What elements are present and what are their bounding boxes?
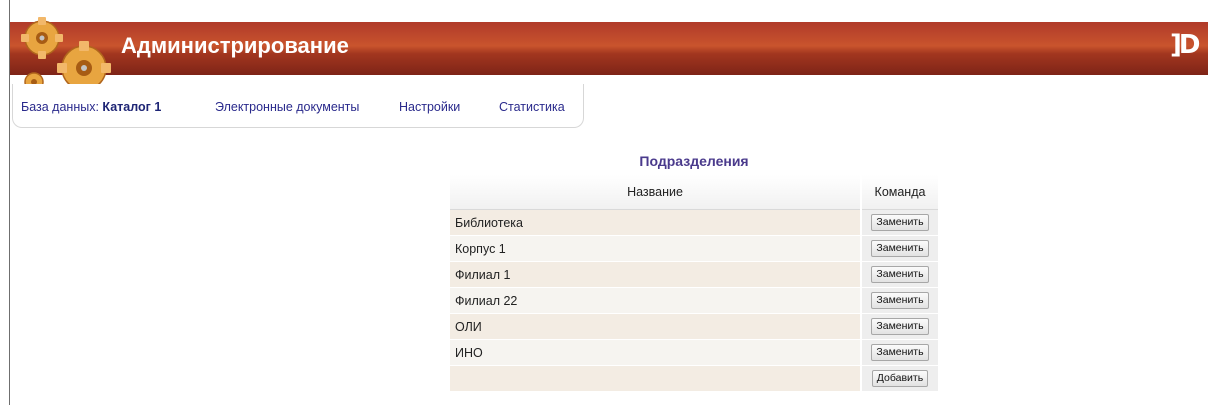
row-name: Библиотека — [450, 209, 861, 236]
replace-button[interactable]: Заменить — [871, 240, 929, 257]
nav-database[interactable]: База данных: Каталог 1 — [21, 100, 161, 114]
add-button[interactable]: Добавить — [871, 370, 929, 387]
table-row: ИНО Заменить — [450, 339, 938, 366]
row-name: Филиал 1 — [450, 261, 861, 288]
nav-item-electronic-documents[interactable]: Электронные документы — [215, 100, 359, 114]
top-nav: База данных: Каталог 1 Электронные докум… — [12, 84, 584, 128]
replace-button[interactable]: Заменить — [871, 318, 929, 335]
table-row: Филиал 22 Заменить — [450, 287, 938, 314]
column-header-name: Название — [450, 175, 861, 210]
replace-button[interactable]: Заменить — [871, 214, 929, 231]
departments-table: Название Команда Библиотека Заменить Кор… — [450, 175, 938, 391]
brand-logo: ]D — [1170, 30, 1201, 60]
app-title: Администрирование — [121, 33, 349, 58]
nav-item-settings[interactable]: Настройки — [399, 100, 460, 114]
table-row-add: Добавить — [450, 365, 938, 391]
replace-button[interactable]: Заменить — [871, 266, 929, 283]
table-header-row: Название Команда — [450, 175, 938, 210]
replace-button[interactable]: Заменить — [871, 292, 929, 309]
section-title: Подразделения — [639, 153, 749, 169]
row-name-empty — [450, 365, 861, 391]
row-name: ОЛИ — [450, 313, 861, 340]
table-row: ОЛИ Заменить — [450, 313, 938, 340]
column-header-command: Команда — [860, 175, 938, 210]
table-row: Библиотека Заменить — [450, 209, 938, 236]
nav-database-label: База данных: — [21, 100, 99, 114]
table-row: Филиал 1 Заменить — [450, 261, 938, 288]
nav-item-statistics[interactable]: Статистика — [499, 100, 565, 114]
nav-database-value[interactable]: Каталог 1 — [102, 100, 161, 114]
replace-button[interactable]: Заменить — [871, 344, 929, 361]
row-name: ИНО — [450, 339, 861, 366]
table-row: Корпус 1 Заменить — [450, 235, 938, 262]
row-name: Филиал 22 — [450, 287, 861, 314]
row-name: Корпус 1 — [450, 235, 861, 262]
